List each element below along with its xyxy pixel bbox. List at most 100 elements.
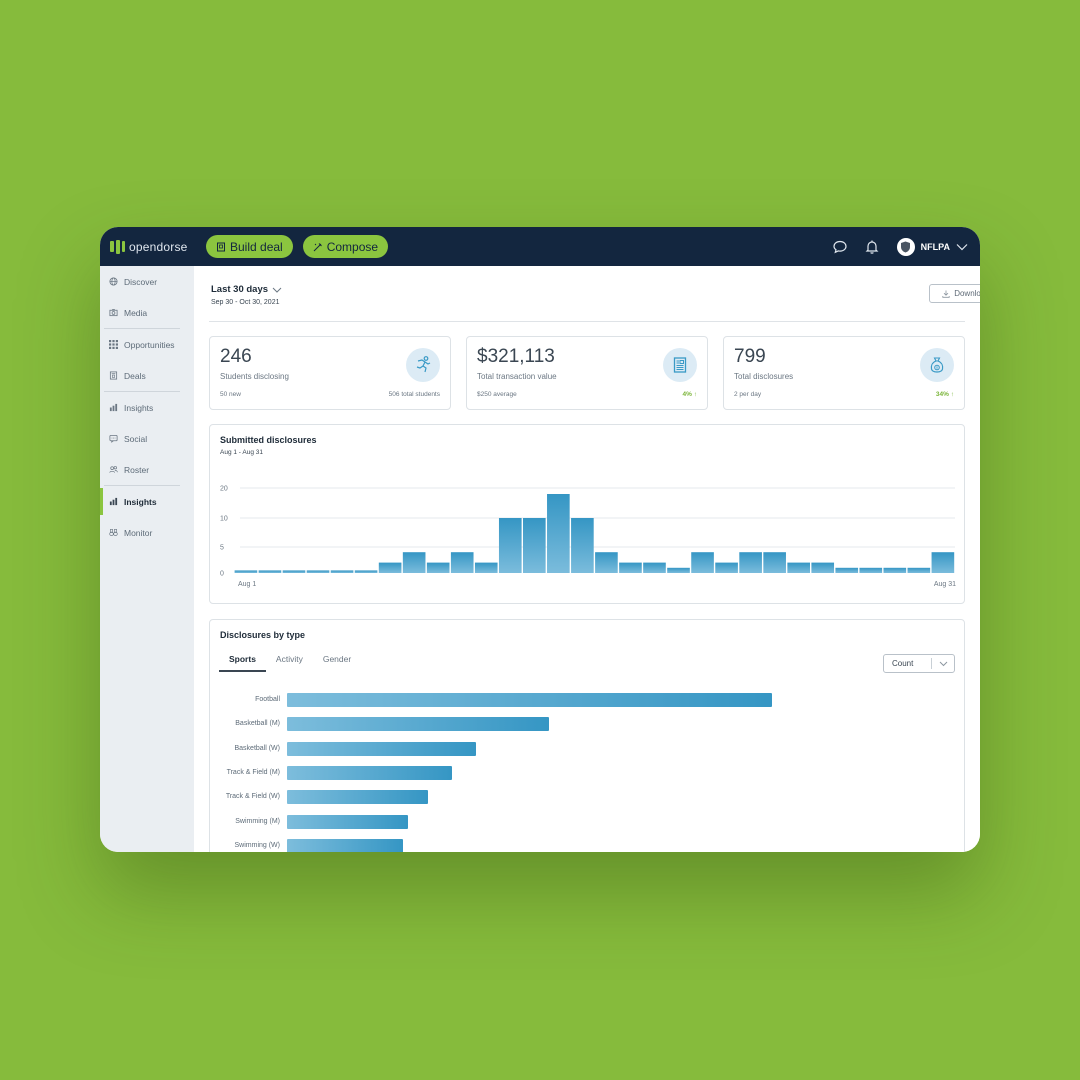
sidebar-item-insights[interactable]: Insights: [100, 392, 194, 423]
document-icon: [663, 348, 697, 382]
horizontal-bar[interactable]: [287, 693, 772, 707]
bar-category-label: Track & Field (M): [226, 768, 280, 776]
stat-footnote-left: 2 per day: [734, 391, 762, 398]
chart-bar[interactable]: [595, 552, 618, 573]
camera-icon: [109, 308, 118, 317]
horizontal-bar[interactable]: [287, 717, 549, 732]
chart-bar[interactable]: [883, 567, 907, 573]
stat-value: $321,113: [477, 346, 555, 367]
chart-bar[interactable]: [715, 562, 738, 573]
stat-value: 246: [220, 346, 252, 367]
org-avatar[interactable]: [896, 237, 915, 256]
stat-card-transaction-value: $321,113 Total transaction value $250 av…: [466, 336, 708, 410]
money-bag-icon: [920, 348, 954, 382]
chart-bar[interactable]: [811, 562, 835, 573]
y-tick-label: 5: [220, 545, 224, 552]
sidebar-item-label: Roster: [124, 464, 150, 475]
chart-bar[interactable]: [931, 552, 955, 573]
chart-bar[interactable]: [523, 518, 546, 573]
stat-trend: 4% ↑: [682, 391, 697, 398]
sidebar-item-roster[interactable]: Roster: [100, 454, 194, 485]
chart-bar[interactable]: [330, 570, 354, 573]
stat-footnote-left: 50 new: [220, 391, 241, 398]
submitted-disclosures-chart: 0 5 10 20 Aug 1 Aug 31: [220, 486, 956, 589]
sidebar-item-label: Monitor: [124, 527, 153, 538]
horizontal-bar[interactable]: [287, 741, 477, 756]
x-tick-label: Aug 31: [934, 581, 956, 588]
horizontal-bar[interactable]: [287, 790, 428, 805]
build-deal-label: Build deal: [230, 239, 283, 254]
chart-bar[interactable]: [234, 570, 258, 573]
chart-bar[interactable]: [282, 570, 306, 573]
build-deal-button[interactable]: Build deal: [206, 235, 293, 258]
bar-category-label: Football: [255, 696, 280, 703]
chart-bar[interactable]: [907, 567, 931, 573]
logo-mark-icon: [110, 239, 125, 254]
submitted-disclosures-card: Submitted disclosures Aug 1 - Aug 31 051…: [209, 424, 965, 604]
chart-bar[interactable]: [547, 494, 570, 573]
bar-category-label: Track & Field (W): [225, 793, 280, 801]
chat-box-icon: [109, 434, 118, 443]
horizontal-bar[interactable]: [287, 838, 404, 852]
notifications-bell-icon[interactable]: [863, 238, 881, 256]
horizontal-bar[interactable]: [287, 765, 452, 780]
grid-icon: [109, 340, 118, 349]
chart-bar[interactable]: [667, 567, 690, 573]
chart-bar[interactable]: [258, 570, 282, 573]
stat-value: 799: [734, 346, 766, 367]
chevron-down-icon[interactable]: [956, 243, 968, 251]
sidebar-item-deals[interactable]: Deals: [100, 360, 194, 391]
chevron-down-icon: [272, 287, 282, 293]
compose-button[interactable]: Compose: [302, 235, 389, 258]
chart-bar[interactable]: [426, 562, 450, 573]
disclosures-by-type-card: Disclosures by type Sports Activity Gend…: [209, 619, 965, 852]
chart-bar[interactable]: [354, 570, 378, 573]
sidebar-item-label: Insights: [124, 496, 157, 507]
bar-category-label: Swimming (M): [235, 817, 280, 825]
sidebar-item-discover[interactable]: Discover: [100, 266, 194, 297]
chart-bar[interactable]: [378, 562, 402, 573]
sidebar-item-label: Insights: [124, 402, 154, 413]
chart-bar[interactable]: [859, 567, 883, 573]
stat-label: Total transaction value: [477, 372, 557, 381]
messages-icon[interactable]: [831, 238, 849, 256]
download-label: Download: [954, 289, 980, 298]
sidebar-item-insights-active[interactable]: Insights: [100, 486, 194, 517]
org-name[interactable]: NFLPA: [921, 242, 950, 252]
chart-bar[interactable]: [402, 552, 426, 573]
chart-bar[interactable]: [787, 562, 810, 573]
chart-bar[interactable]: [643, 562, 666, 573]
sidebar-item-media[interactable]: Media: [100, 297, 194, 328]
date-range-picker[interactable]: Last 30 days Sep 30 - Oct 30, 2021: [211, 284, 282, 306]
bar-chart-icon: [109, 497, 118, 506]
chart-bar[interactable]: [474, 562, 498, 573]
stat-label: Total disclosures: [734, 372, 794, 381]
chart-bar[interactable]: [450, 552, 474, 573]
download-button[interactable]: Download: [929, 284, 980, 303]
sidebar-item-social[interactable]: Social: [100, 423, 194, 454]
bar-category-label: Basketball (W): [234, 744, 280, 752]
chart-bar[interactable]: [619, 562, 642, 573]
chart-bar[interactable]: [763, 552, 786, 573]
chart-bar[interactable]: [739, 552, 762, 573]
horizontal-bar[interactable]: [287, 814, 409, 829]
main-content: Last 30 days Sep 30 - Oct 30, 2021 Downl…: [194, 266, 980, 852]
chart-bar[interactable]: [571, 518, 594, 573]
sidebar-item-opportunities[interactable]: Opportunities: [100, 329, 194, 360]
chart-bar[interactable]: [306, 570, 330, 573]
y-tick-label: 10: [220, 516, 228, 523]
chart-bar[interactable]: [498, 518, 522, 573]
sidebar-item-label: Media: [124, 307, 148, 318]
deal-icon: [109, 371, 118, 380]
chart-bar[interactable]: [835, 567, 859, 573]
runner-icon: [406, 348, 440, 382]
stat-footnote-right: 506 total students: [388, 391, 440, 398]
top-navbar: opendorse Build deal Compose NFLPA: [100, 227, 980, 266]
sidebar-item-monitor[interactable]: Monitor: [100, 517, 194, 548]
app-window: opendorse Build deal Compose NFLPA Disco…: [100, 227, 980, 852]
download-icon: [942, 290, 950, 298]
logo[interactable]: opendorse: [110, 239, 196, 254]
bar-category-label: Basketball (M): [235, 720, 280, 728]
chart-bar[interactable]: [691, 552, 714, 573]
sidebar: Discover Media Opportunities Deals Insig…: [100, 266, 194, 852]
